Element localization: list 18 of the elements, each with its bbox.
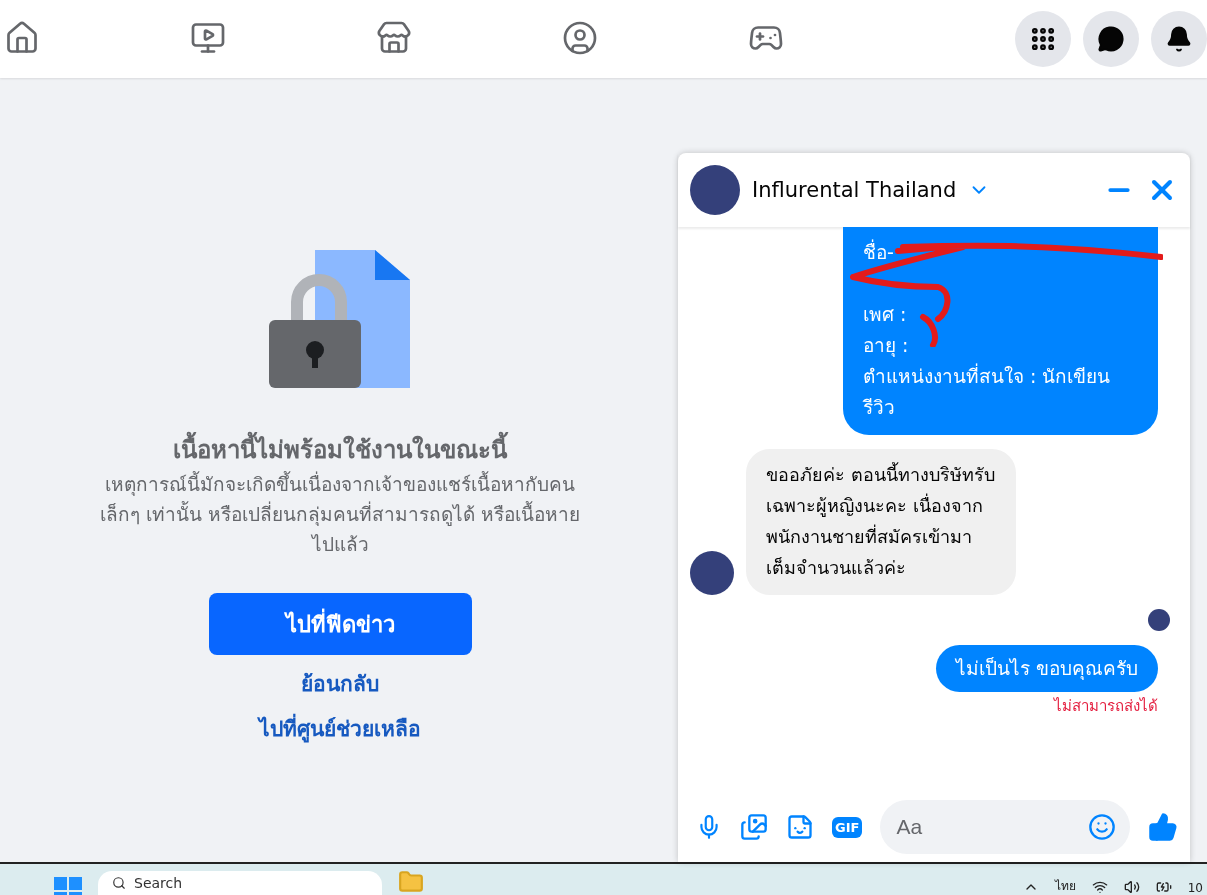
notice-text: เหตุการณ์นี้มักจะเกิดขึ้นเนื่องจากเจ้าของแชร์เนื้อหากับคน [105, 470, 575, 498]
notice-link[interactable]: ย้อนกลับ [301, 667, 379, 700]
send-error-text: ไม่สามารถส่งได้ [1054, 696, 1158, 717]
language-indicator[interactable]: ไทย [1054, 876, 1076, 895]
message-field[interactable]: Aa [880, 800, 1130, 854]
gif-button[interactable]: GIF [832, 816, 863, 838]
message-input[interactable]: Aa [894, 814, 1088, 840]
received-message: ขออภัยค่ะ ตอนนี้ทางบริษัทรับเฉพาะผู้หญิงนะคะ เนื่องจากพนักงานชายที่สมัครเข้ามาเต็มจำนวนแล้วค่ะ [746, 449, 1016, 595]
search-label: Search [134, 875, 183, 891]
taskbar-search-field[interactable]: Search [98, 871, 382, 895]
notice-text: ไปแล้ว [311, 532, 369, 557]
notice-title: เนื้อหานี้ไม่พร้อมใช้งานในขณะนี้ [173, 430, 507, 469]
sent-message: ไม่เป็นไร ขอบคุณครับ [935, 645, 1158, 692]
notice-link[interactable]: ไปที่ศูนย์ช่วยเหลือ [259, 712, 421, 745]
chat-title: Influrental Thailand [752, 178, 957, 202]
news-feed-button[interactable]: ไปที่ฟีดข่าว [208, 593, 472, 655]
clock-text: 10 [1187, 881, 1203, 895]
notice-text: เล็กๆ เท่านั้น หรือเปลี่ยนกลุ่มคนที่สามารถดูได้ หรือเนื้อหาย [99, 500, 581, 528]
